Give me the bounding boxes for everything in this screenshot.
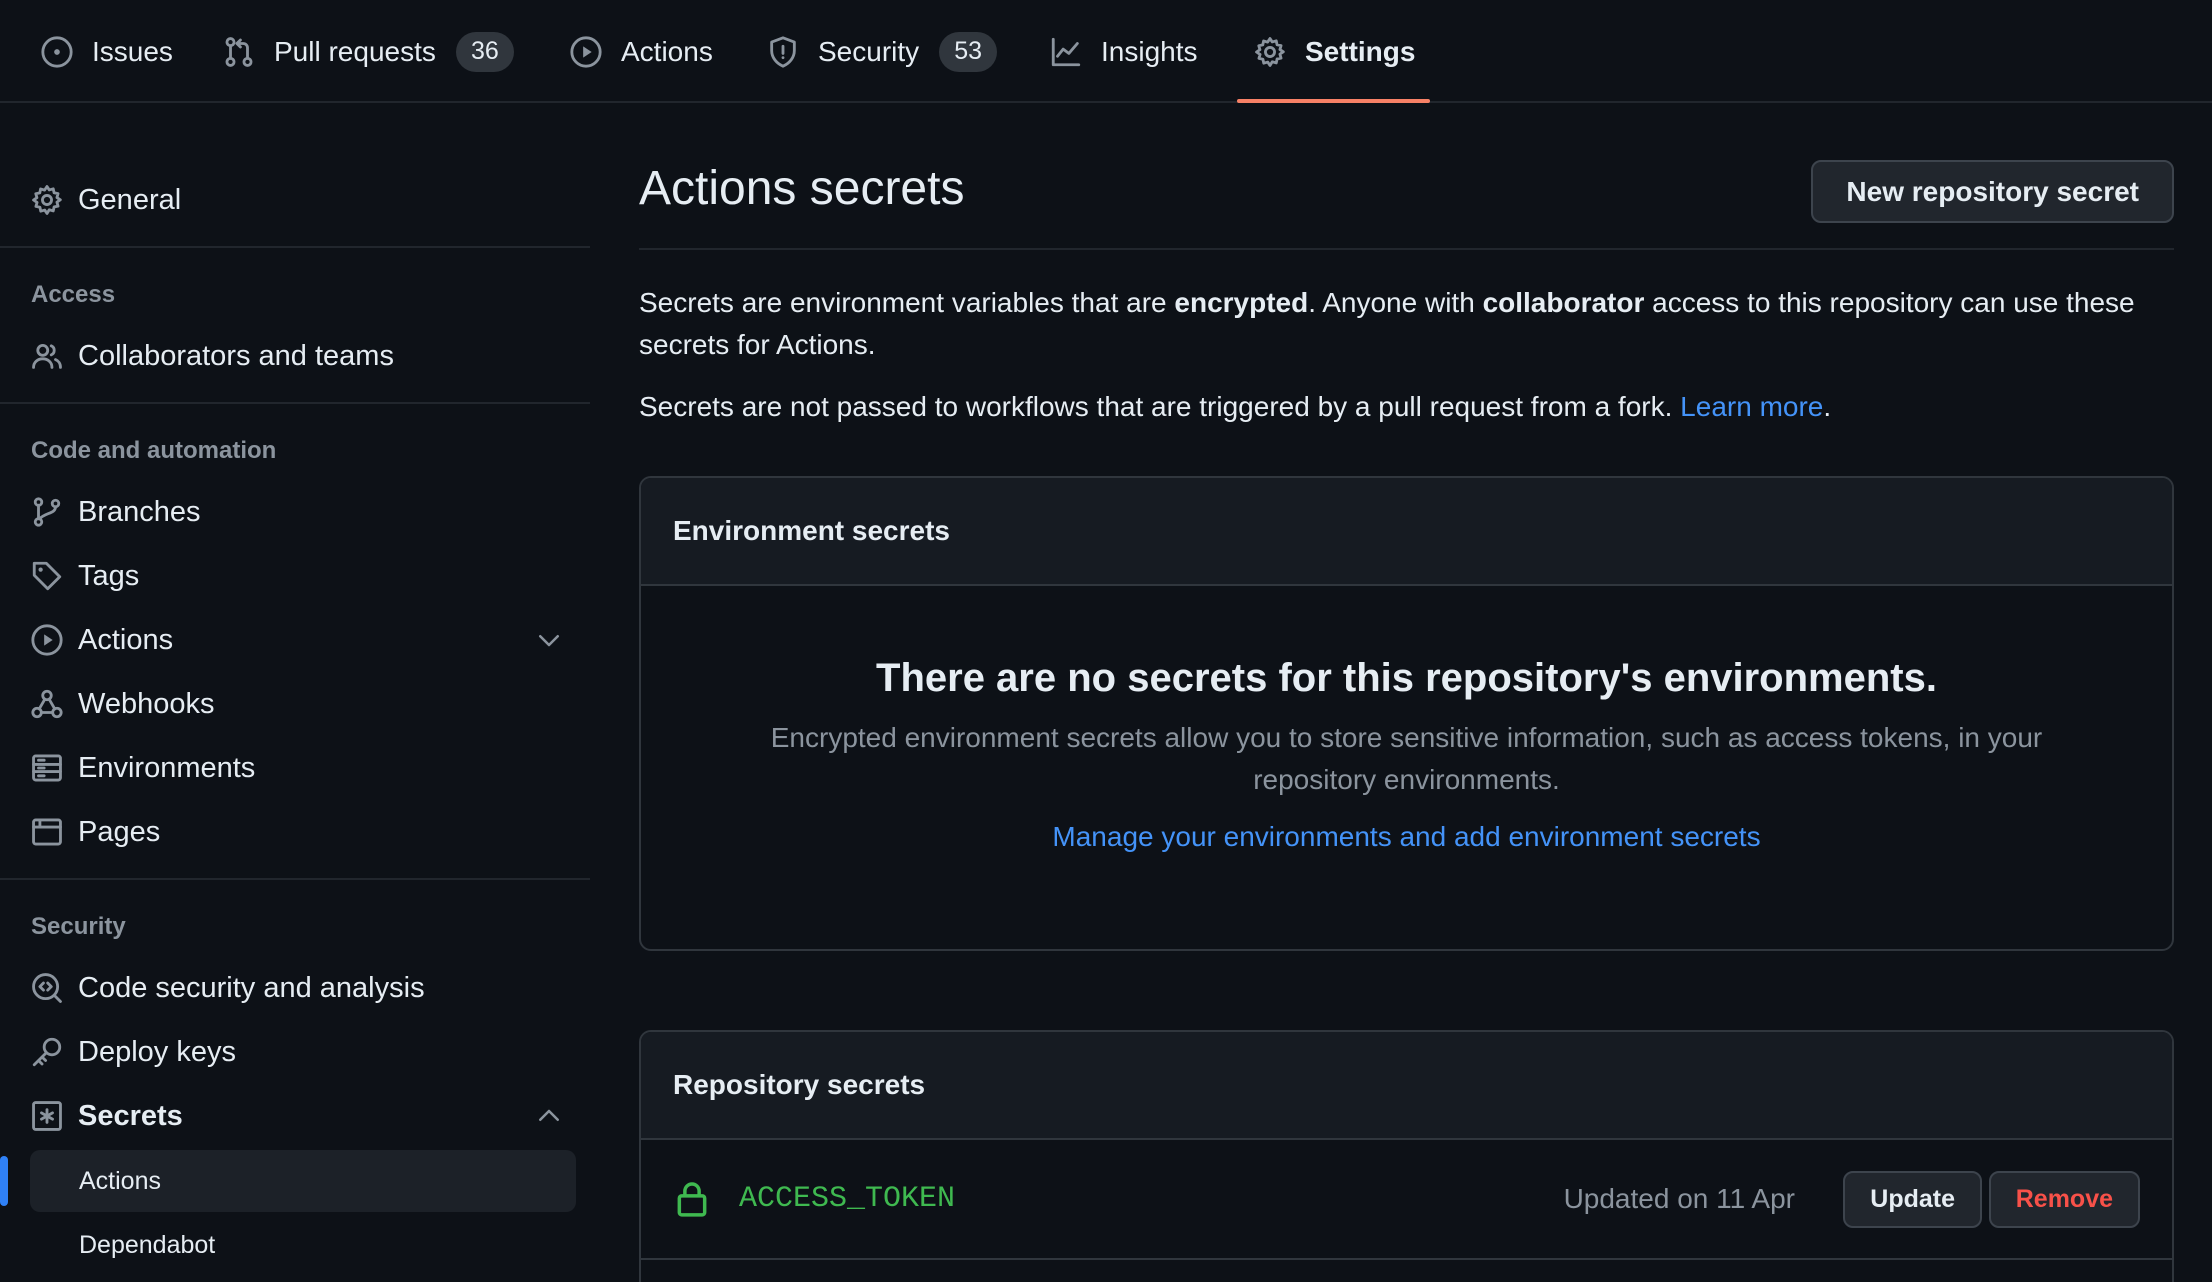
server-icon [32,754,62,782]
pull-requests-count: 36 [455,31,514,72]
sidebar-item-actions[interactable]: Actions [30,613,578,667]
tab-issues[interactable]: Issues [40,0,173,103]
sidebar-heading-security: Security [31,913,126,940]
sidebar-subitem-label: Actions [79,1166,161,1195]
sidebar-heading-access: Access [31,281,116,308]
new-repository-secret-button[interactable]: New repository secret [1811,160,2174,223]
tab-security[interactable]: Security 53 [766,0,998,103]
git-branch-icon [33,497,61,527]
security-count: 53 [939,31,998,72]
tab-label: Insights [1101,35,1198,67]
sidebar-subitem-actions[interactable]: Actions [30,1150,576,1212]
sidebar-item-general[interactable]: General [30,173,578,227]
fork-notice: Secrets are not passed to workflows that… [639,386,2174,428]
sidebar-item-label: Tags [78,559,140,592]
browser-icon [32,818,62,846]
tab-insights[interactable]: Insights [1049,0,1198,103]
secret-row: ACCESS_TOKEN Updated on 11 Apr Update Re… [641,1140,2172,1260]
tab-label: Pull requests [274,35,436,67]
sidebar-divider [0,402,590,404]
lock-icon [677,1182,707,1217]
active-item-indicator [0,1156,8,1206]
sidebar-item-branches[interactable]: Branches [30,485,578,539]
active-tab-underline [1237,99,1430,103]
sidebar-item-label: Secrets [78,1099,183,1132]
repo-tab-bar: Issues Pull requests 36 Actions Security… [0,0,2212,103]
sidebar-item-pages[interactable]: Pages [30,805,578,859]
sidebar-item-label: Pages [78,815,161,848]
manage-environments-link[interactable]: Manage your environments and add environ… [1052,821,1760,853]
sidebar-item-deploy-keys[interactable]: Deploy keys [30,1025,578,1079]
sidebar-item-label: Code security and analysis [78,971,425,1004]
remove-secret-button[interactable]: Remove [1988,1170,2140,1228]
sidebar-divider [0,246,590,248]
tab-settings[interactable]: Settings [1253,0,1415,103]
sidebar-item-label: General [78,183,182,216]
sidebar-subitem-label: Dependabot [79,1230,216,1259]
secrets-description: Secrets are environment variables that a… [639,282,2174,366]
sidebar-item-secrets[interactable]: Secrets [30,1089,578,1143]
sidebar-item-environments[interactable]: Environments [30,741,578,795]
sidebar-subitem-dependabot[interactable]: Dependabot [30,1214,576,1276]
sidebar-item-webhooks[interactable]: Webhooks [30,677,578,731]
update-secret-button[interactable]: Update [1843,1170,1982,1228]
tab-label: Settings [1305,35,1416,67]
sidebar-item-code-security[interactable]: Code security and analysis [30,961,578,1015]
desc-bold-encrypted: encrypted [1174,287,1309,318]
tab-actions[interactable]: Actions [569,0,713,103]
codescan-icon [32,973,62,1003]
blankslate-description: Encrypted environment secrets allow you … [770,722,2043,795]
settings-sidebar: General Access Collaborators and teams C… [0,103,590,1282]
chevron-up-icon[interactable] [534,1101,564,1131]
webhook-icon [31,689,63,719]
sidebar-item-label: Deploy keys [78,1035,236,1068]
tab-pull-requests[interactable]: Pull requests 36 [222,0,514,103]
sidebar-divider [0,878,590,880]
tab-label: Issues [92,35,173,67]
sidebar-item-tags[interactable]: Tags [30,549,578,603]
fork-notice-text: Secrets are not passed to workflows that… [639,391,1681,422]
issue-opened-icon [41,35,73,68]
sidebar-item-label: Branches [78,495,201,528]
tag-icon [32,561,62,591]
play-icon [570,35,602,68]
shield-icon [770,35,796,68]
people-icon [32,343,62,369]
fork-notice-end: . [1823,391,1832,422]
secret-name: ACCESS_TOKEN [739,1182,956,1216]
tab-label: Actions [621,35,713,67]
desc-text: Secrets are environment variables that a… [639,287,1175,318]
repository-secrets-header: Repository secrets [641,1032,2172,1140]
tab-label: Security [818,35,920,67]
environment-secrets-blankslate: There are no secrets for this repository… [641,586,2172,853]
sidebar-item-label: Collaborators and teams [78,339,394,372]
sidebar-item-label: Environments [78,751,256,784]
desc-bold-collaborator: collaborator [1482,287,1645,318]
chevron-down-icon[interactable] [534,625,564,655]
gear-icon [1255,36,1285,67]
key-icon [32,1037,62,1067]
repository-secrets-box: Repository secrets ACCESS_TOKEN Updated … [639,1030,2174,1282]
page-title: Actions secrets [639,162,965,215]
blankslate-title: There are no secrets for this repository… [876,656,1937,700]
git-pull-request-icon [225,36,253,67]
desc-text: . Anyone with [1308,287,1483,318]
gear-icon [32,185,62,215]
play-icon [31,624,63,656]
secret-updated-date: Updated on 11 Apr [1563,1183,1795,1214]
learn-more-link[interactable]: Learn more [1680,391,1823,422]
sidebar-item-label: Actions [78,623,174,656]
environment-secrets-header: Environment secrets [641,478,2172,586]
sidebar-heading-code-automation: Code and automation [31,437,277,464]
title-divider [639,248,2174,250]
graph-icon [1051,37,1081,66]
sidebar-item-collaborators[interactable]: Collaborators and teams [30,329,578,383]
environment-secrets-box: Environment secrets There are no secrets… [639,476,2174,951]
key-asterisk-icon [32,1101,62,1131]
sidebar-item-label: Webhooks [78,687,215,720]
